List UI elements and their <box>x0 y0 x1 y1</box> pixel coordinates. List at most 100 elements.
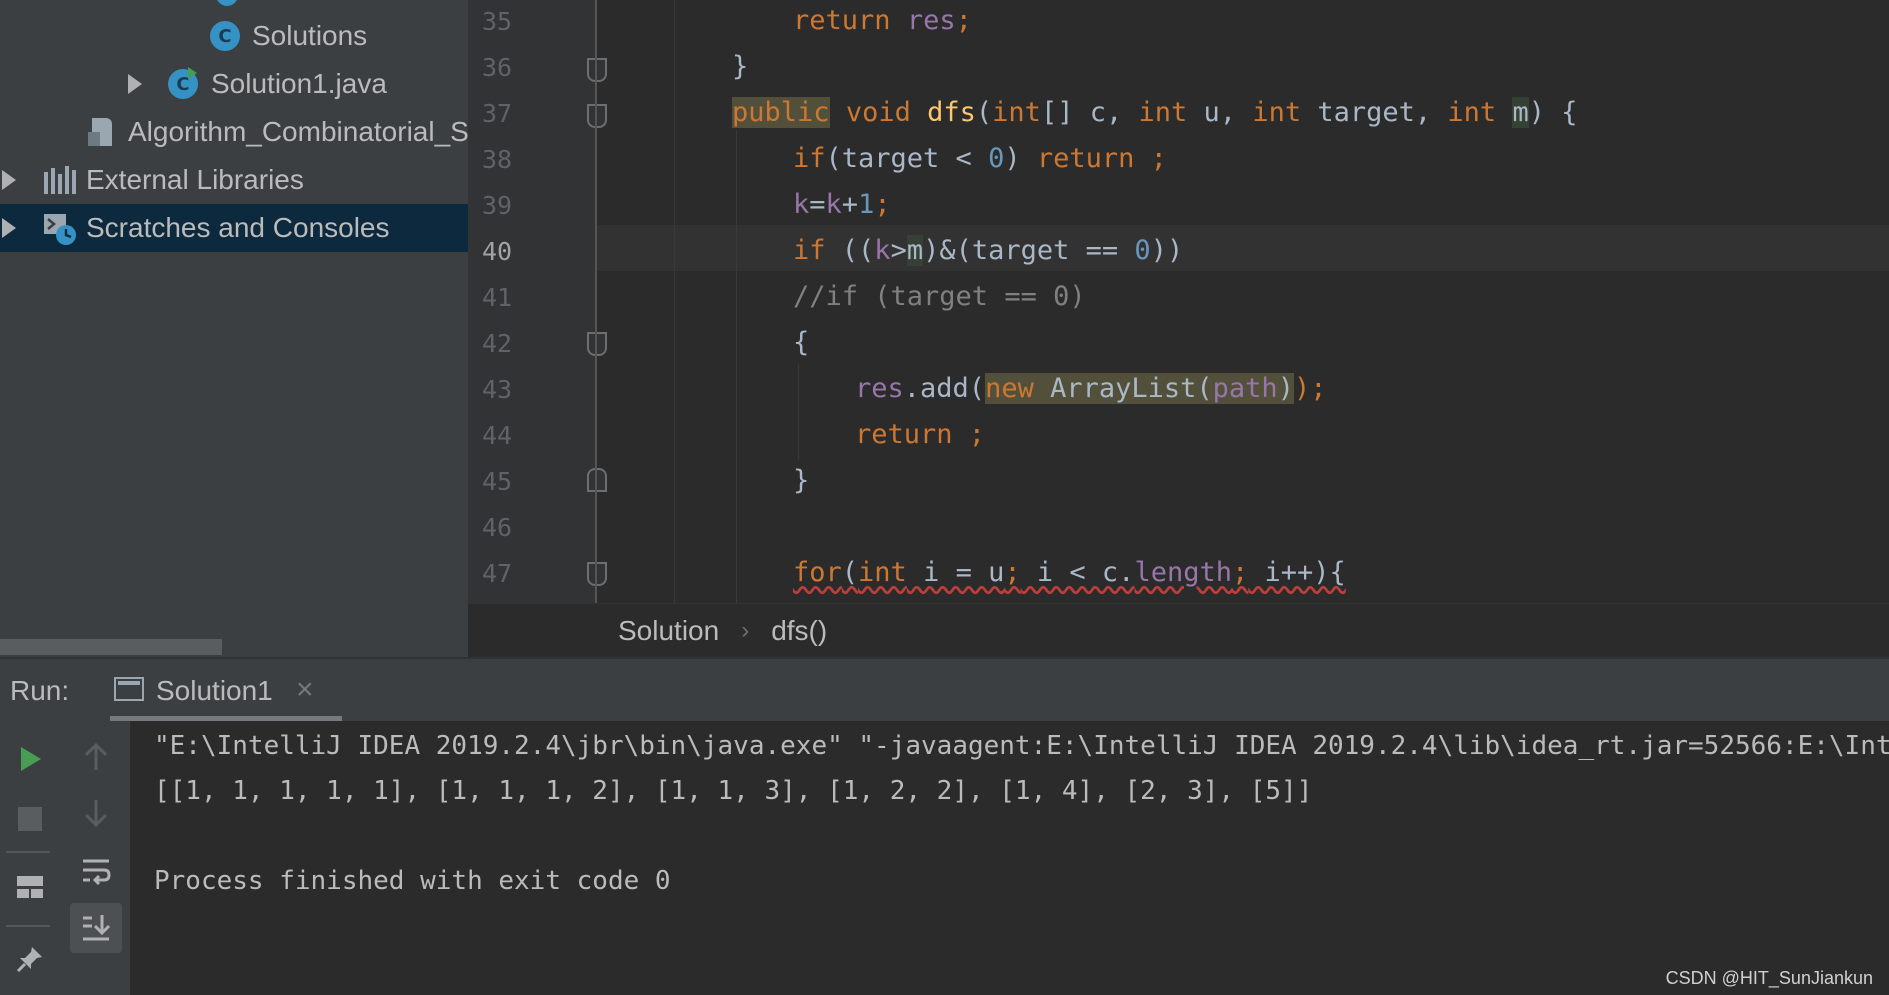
code-token: if <box>793 143 826 174</box>
tree-item-label: Solutions <box>252 20 368 51</box>
code-token: ) { <box>1528 97 1578 128</box>
watermark: CSDN @HIT_SunJiankun <box>1665 968 1873 988</box>
code-token: target, <box>1317 97 1432 128</box>
code-token: ; <box>1004 557 1021 588</box>
code-line-38: if(target < 0) return ; <box>793 143 1167 174</box>
indent-guide <box>674 0 675 603</box>
line-number: 42 <box>482 329 513 358</box>
code-token: new <box>985 373 1034 404</box>
code-editor[interactable] <box>596 0 1889 603</box>
class-icon: C <box>210 21 240 51</box>
code-token: res <box>855 373 904 404</box>
code-line-35: return res; <box>793 5 972 36</box>
code-token: dfs <box>927 97 976 128</box>
scroll-to-end-icon[interactable] <box>70 903 122 953</box>
scratches-icon <box>42 212 78 246</box>
code-token: u, <box>1203 97 1237 128</box>
code-token: int <box>1252 97 1302 128</box>
code-token: return <box>793 5 891 36</box>
code-token: ( <box>841 557 859 588</box>
project-tree-panel: C Solutions C Solution1.java Algorithm_C… <box>0 0 468 657</box>
close-icon[interactable]: × <box>296 673 314 707</box>
line-number: 43 <box>482 375 513 404</box>
down-arrow-icon[interactable] <box>76 793 116 833</box>
tree-item-label: Solution1.java <box>211 68 387 99</box>
tree-item-iml-file[interactable]: Algorithm_Combinatorial_Sum.iml <box>0 108 468 156</box>
code-token: [] c, <box>1040 97 1123 128</box>
line-number: 47 <box>482 559 513 588</box>
code-token: ArrayList( <box>1033 373 1213 404</box>
module-file-icon-overlay <box>88 132 100 146</box>
tree-item-label: External Libraries <box>86 164 304 195</box>
code-token: (target < <box>825 143 989 174</box>
toolbar-separator <box>6 925 50 927</box>
tab-solution1[interactable]: Solution1 × <box>110 659 342 721</box>
line-number: 46 <box>482 513 513 542</box>
code-token: public <box>732 97 830 128</box>
code-token: )) <box>1150 235 1184 266</box>
partial-tree-row <box>216 0 238 6</box>
run-label: Run: <box>10 675 70 706</box>
tree-item-external-libraries[interactable]: External Libraries <box>0 156 468 204</box>
code-token: int <box>992 97 1041 128</box>
soft-wrap-icon[interactable] <box>76 851 116 891</box>
code-token: ); <box>1293 373 1327 404</box>
tree-item-scratches[interactable]: Scratches and Consoles <box>0 204 468 252</box>
rerun-icon[interactable] <box>10 739 50 779</box>
code-token: i++){ <box>1248 557 1346 588</box>
line-number-current: 40 <box>482 237 513 266</box>
line-number: 38 <box>482 145 513 174</box>
code-token: 0 <box>1134 235 1151 266</box>
code-token: (( <box>825 235 875 266</box>
code-token: m <box>906 235 924 266</box>
console-line: Process finished with exit code 0 <box>154 866 671 896</box>
code-token: = <box>809 189 826 220</box>
code-token: > <box>890 235 907 266</box>
code-token: } <box>793 465 810 496</box>
code-token: k <box>793 189 810 220</box>
code-token: ; <box>874 189 891 220</box>
code-line-42: { <box>793 327 809 358</box>
code-token: int <box>1138 97 1188 128</box>
code-line-41: //if (target == 0) <box>793 281 1086 312</box>
code-token: ( <box>975 97 993 128</box>
tab-label: Solution1 <box>156 675 273 706</box>
code-token: ) <box>1277 373 1294 404</box>
run-toolbar-header: Run: Solution1 × <box>0 657 1889 723</box>
line-number: 45 <box>482 467 513 496</box>
expand-arrow-icon[interactable] <box>128 74 142 94</box>
up-arrow-icon[interactable] <box>76 737 116 777</box>
code-token: ; <box>955 5 972 36</box>
expand-arrow-icon[interactable] <box>2 218 16 238</box>
expand-arrow-icon[interactable] <box>2 170 16 190</box>
code-line-39: k=k+1; <box>793 189 891 220</box>
line-number: 41 <box>482 283 513 312</box>
code-line-45: } <box>793 465 809 496</box>
breadcrumb-class[interactable]: Solution <box>618 615 719 647</box>
code-token: length <box>1134 557 1232 588</box>
code-token: int <box>1447 97 1497 128</box>
libraries-icon <box>44 166 78 194</box>
code-token: )&(target == <box>923 235 1135 266</box>
code-token: m <box>1512 97 1529 128</box>
layout-icon[interactable] <box>10 867 50 907</box>
code-line-37: public void dfs(int[] c, int u, int targ… <box>732 97 1578 128</box>
code-token: 0 <box>988 143 1005 174</box>
code-token: int <box>858 557 907 588</box>
indent-guide <box>736 130 737 603</box>
pin-icon[interactable] <box>10 939 50 979</box>
code-token: for <box>793 557 842 588</box>
tree-item-solution1-java[interactable]: C Solution1.java <box>0 60 468 108</box>
tree-item-solutions[interactable]: C Solutions <box>0 12 468 60</box>
code-line-47: for(int i = u; i < c.length; i++){ <box>793 557 1346 588</box>
breadcrumb-method[interactable]: dfs() <box>771 615 827 647</box>
code-token: 1 <box>858 189 875 220</box>
code-line-44: return ; <box>855 419 985 450</box>
line-number: 35 <box>482 7 513 36</box>
console-output[interactable]: "E:\IntelliJ IDEA 2019.2.4\jbr\bin\java.… <box>130 721 1889 995</box>
code-token: } <box>732 51 749 82</box>
horizontal-scrollbar[interactable] <box>0 639 222 655</box>
indent-guide <box>798 364 799 460</box>
stop-icon[interactable] <box>10 799 50 839</box>
code-token: k <box>874 235 891 266</box>
